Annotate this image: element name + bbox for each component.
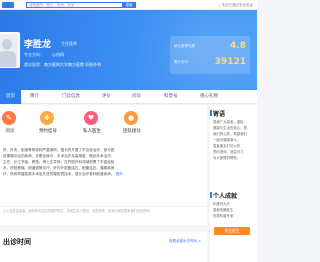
score-panel: 综合推荐热度 4.8 累计访问 39121 [170, 36, 250, 74]
message-line: 感谢广大患者，重拾 [213, 120, 244, 124]
team-icon: ● [124, 111, 138, 125]
score-label: 累计访问 [174, 60, 188, 64]
private-doctor-button[interactable]: ♥ 私人医生 [72, 111, 112, 141]
search-button[interactable]: 搜索 [122, 2, 136, 8]
achievements-heading: 个人成就 [213, 193, 238, 200]
tab-clinic[interactable]: 门诊信息 [62, 90, 80, 104]
message-heading: 寄语 [213, 111, 226, 118]
avatar-body-shape [0, 51, 16, 67]
action-label: 私人医生 [83, 129, 101, 134]
achievement-item: 患者信赖医生 [213, 208, 234, 212]
doctor-intro: 肝、外伤、胆道等等各种严重病例，擅长的开展了不仅经治疗，部分因 效果确诊后的疾病… [0, 147, 205, 205]
site-logo[interactable] [2, 2, 14, 8]
tab-articles[interactable]: 科普号 [164, 90, 178, 104]
message-line: 为大家提供帮助。 [213, 156, 241, 160]
avatar-head-shape [2, 39, 12, 50]
doctor-name: 李胜龙 [24, 40, 52, 50]
doctor-avatar [0, 32, 20, 68]
message-line: 我们的心愿。希望我们 [213, 132, 247, 136]
service-actions: ✎ 问诊 ✚ 预约挂号 ♥ 私人医生 ● 团队接诊 [0, 105, 207, 141]
score-row: 综合推荐热度 4.8 [174, 40, 246, 54]
schedule-more-link[interactable]: 查看全部出诊时间 > [169, 239, 201, 244]
message-line: 一起为健康奋斗。 [213, 138, 241, 142]
action-label: 预约挂号 [39, 129, 57, 134]
hospital-label: 就诊医院： [24, 62, 44, 67]
search-box[interactable]: 搜索医院、医生、疾病、科室 搜索 [26, 2, 136, 8]
tab-home[interactable]: 首页 [0, 90, 21, 104]
score-row: 累计访问 39121 [174, 56, 246, 70]
consult-button[interactable]: ✎ 问诊 [0, 111, 30, 141]
main-content: ✎ 问诊 ✚ 预约挂号 ♥ 私人医生 ● 团队接诊 肝、外伤、胆道等等各种严重病… [0, 105, 207, 225]
tab-gifts[interactable]: 感心礼物 [200, 90, 218, 104]
achievement-item: 优秀科普专家 [213, 214, 234, 218]
doctor-title: 主任医师 [61, 41, 77, 46]
expand-link[interactable]: 展开 [116, 172, 123, 176]
calendar-icon: ✚ [40, 111, 54, 125]
tab-reviews[interactable]: 评价 [102, 90, 111, 104]
section-accent-bar [210, 110, 212, 116]
person-glyph: ♥ [87, 114, 95, 122]
score-label: 综合推荐热度 [174, 44, 195, 48]
top-bar: 搜索医院、医生、疾病、科室 搜索 | 本站已通过安全验证 [0, 0, 257, 10]
department-label: 专业方向： [24, 52, 44, 57]
score-value: 4.8 [230, 41, 246, 51]
intro-line-text: 疗，熟练掌握各类手术及先进的腹腔镜技术，擅长治疗各种胆道疾病。 [3, 172, 115, 176]
message-line: 健康与生活的信心，是 [213, 126, 247, 130]
consult-icon: ✎ [2, 111, 16, 125]
follow-button[interactable]: 关注医生 [214, 227, 250, 235]
tab-intro[interactable]: 简介 [30, 90, 39, 104]
team-glyph: ● [127, 114, 135, 122]
message-line: 患者朋友们可以来 [213, 144, 241, 148]
intro-line: 疗，熟练掌握各类手术及先进的腹腔镜技术，擅长治疗各种胆道疾病。 展开 [3, 171, 205, 177]
hospital-dept-link[interactable]: 肝胆外科 [85, 62, 101, 67]
section-accent-bar [210, 192, 212, 198]
top-links[interactable]: | 本站已通过安全验证 [219, 3, 253, 8]
doctor-nav: 首页 简介 门诊信息 评价 问诊 科普号 感心礼物 [0, 90, 257, 104]
search-input[interactable]: 搜索医院、医生、疾病、科室 [29, 3, 75, 8]
appointment-button[interactable]: ✚ 预约挂号 [28, 111, 68, 141]
hospital-info: 就诊医院：南方医科大学南方医院 肝胆外科 [24, 62, 101, 68]
person-icon: ♥ [84, 111, 98, 125]
right-sidebar: 寄语 感谢广大患者，重拾 健康与生活的信心，是 我们的心愿。希望我们 一起为健康… [210, 105, 257, 262]
consult-glyph: ✎ [6, 114, 12, 122]
department-value: 心内科 [52, 52, 64, 57]
calendar-glyph: ✚ [44, 114, 50, 122]
schedule-title: 出诊时间 [3, 238, 31, 246]
tab-consult[interactable]: 问诊 [132, 90, 141, 104]
score-value: 39121 [214, 57, 246, 67]
action-label: 团队接诊 [123, 129, 141, 134]
action-label: 问诊 [5, 129, 15, 134]
message-line: 预约咨询，我会尽力 [213, 150, 244, 154]
disclaimer-notice: 以上信息由患者、医院和本站共同维护提供，非医生本人提供，仅供参考，如有问题请联系… [0, 206, 207, 220]
hospital-link[interactable]: 南方医科大学南方医院 [44, 62, 84, 67]
team-consult-button[interactable]: ● 团队接诊 [112, 111, 152, 141]
schedule-section: 出诊时间 查看全部出诊时间 > [0, 232, 207, 262]
achievement-item: 年度好大夫 [213, 202, 230, 206]
doctor-header: 李胜龙 主任医师 专业方向： 心内科 就诊医院：南方医科大学南方医院 肝胆外科 … [0, 10, 257, 90]
